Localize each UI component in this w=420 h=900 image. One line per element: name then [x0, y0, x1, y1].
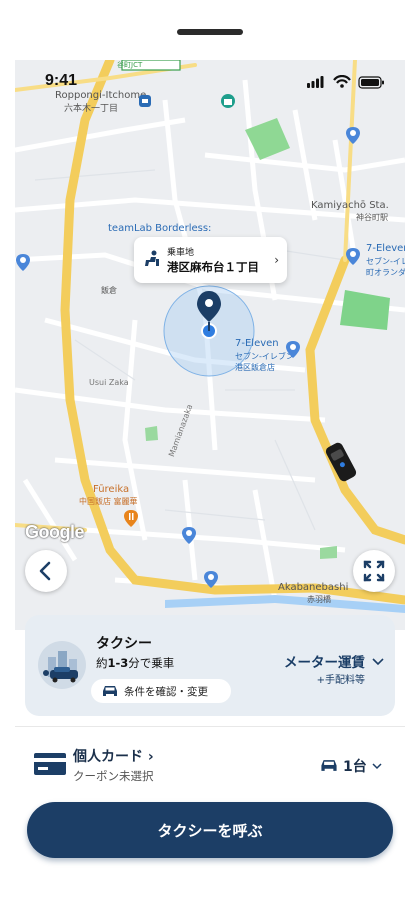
- chevron-right-icon: ›: [274, 253, 279, 267]
- service-option-card[interactable]: タクシー 約1-3分で乗車 条件を確認・変更 メーター運賃 +手配料等: [25, 615, 395, 716]
- map-label-usui-zaka: Usui Zaka: [89, 378, 129, 387]
- poi-7eleven-right-icon: [346, 248, 360, 265]
- map-label-7eleven-right-jp: セブン-イレブン: [366, 257, 405, 266]
- poi-museum-icon: [221, 94, 235, 108]
- google-logo: Google: [25, 522, 85, 542]
- map-view[interactable]: 9:41 谷町JCT Roppongi-Itchome 六本木一丁目 Kamiy…: [15, 60, 405, 630]
- bottom-sheet: 9:41 谷町JCT Roppongi-Itchome 六本木一丁目 Kamiy…: [0, 0, 420, 900]
- fullscreen-button[interactable]: [353, 550, 395, 592]
- fare-label: メーター運賃: [284, 655, 365, 671]
- section-divider: [15, 726, 405, 727]
- map-label-7eleven-mid: 7-Eleven: [235, 338, 279, 349]
- poi-shop-icon: [346, 127, 360, 144]
- pickup-location-callout[interactable]: 乗車地 港区麻布台１丁目 ›: [134, 237, 287, 283]
- credit-card-icon: [34, 753, 66, 775]
- map-label-fureika-jp: 中国飯店 富麗華: [79, 497, 138, 506]
- pickup-person-icon: [145, 250, 159, 266]
- poi-restaurant-icon: [124, 510, 138, 527]
- vehicle-count: 1台: [343, 759, 367, 775]
- map-label-akabanebashi: Akabanebashi: [278, 582, 349, 593]
- map-label-roppongi-itchome: Roppongi-Itchome: [55, 90, 147, 101]
- map-label-7eleven-right-jp2: 町オランダ: [366, 268, 405, 277]
- taxi-illustration: [38, 641, 86, 689]
- service-eta: 約1-3分で乗車: [96, 656, 175, 670]
- map-label-teamlab: teamLab Borderless:: [108, 223, 212, 234]
- call-taxi-button[interactable]: タクシーを呼ぶ: [27, 802, 393, 858]
- map-label-kamiyacho-jp: 神谷町駅: [356, 213, 388, 222]
- map-label-7eleven-mid-jp2: 港区飯倉店: [235, 363, 275, 372]
- poi-store-bottom-icon: [204, 571, 218, 588]
- poi-station-icon: [139, 95, 151, 107]
- map-label-akabanebashi-jp: 赤羽橋: [307, 595, 331, 604]
- chevron-down-icon: [372, 658, 384, 666]
- map-label-kamiyacho: Kamiyachō Sta.: [311, 200, 389, 211]
- poi-store-left-icon: [16, 254, 30, 271]
- pickup-address: 港区麻布台１丁目: [167, 260, 259, 274]
- map-label-iikura: 飯倉: [101, 286, 117, 295]
- service-name: タクシー: [96, 636, 152, 652]
- chevron-down-icon: [372, 763, 382, 770]
- poi-7eleven-mid-icon: [286, 341, 300, 358]
- fullscreen-icon: [363, 560, 385, 582]
- pickup-caption: 乗車地: [167, 248, 195, 258]
- coupon-status: クーポン未選択: [73, 769, 154, 783]
- call-taxi-label: タクシーを呼ぶ: [157, 822, 263, 840]
- back-chevron-icon: [39, 561, 51, 581]
- map-label-roppongi-itchome-jp: 六本木一丁目: [64, 104, 119, 114]
- conditions-label: 条件を確認・変更: [124, 686, 208, 698]
- payment-method-selector[interactable]: 個人カード › クーポン未選択: [34, 746, 234, 790]
- poi-cart-icon: [182, 527, 196, 544]
- vehicle-count-selector[interactable]: 1台: [320, 755, 384, 777]
- fee-label: +手配料等: [316, 675, 365, 686]
- car-icon: [321, 760, 337, 771]
- map-label-jct: 谷町JCT: [117, 61, 143, 69]
- status-time: 9:41: [45, 72, 78, 89]
- payment-title: 個人カード ›: [73, 749, 154, 765]
- sheet-grabber[interactable]: [177, 29, 243, 35]
- status-icons: [307, 75, 384, 89]
- map-label-fureika: Fūreika: [93, 484, 130, 495]
- conditions-button[interactable]: 条件を確認・変更: [91, 679, 231, 703]
- car-icon: [103, 686, 117, 696]
- back-button[interactable]: [25, 550, 67, 592]
- map-label-7eleven-right: 7-Eleven: [366, 243, 405, 254]
